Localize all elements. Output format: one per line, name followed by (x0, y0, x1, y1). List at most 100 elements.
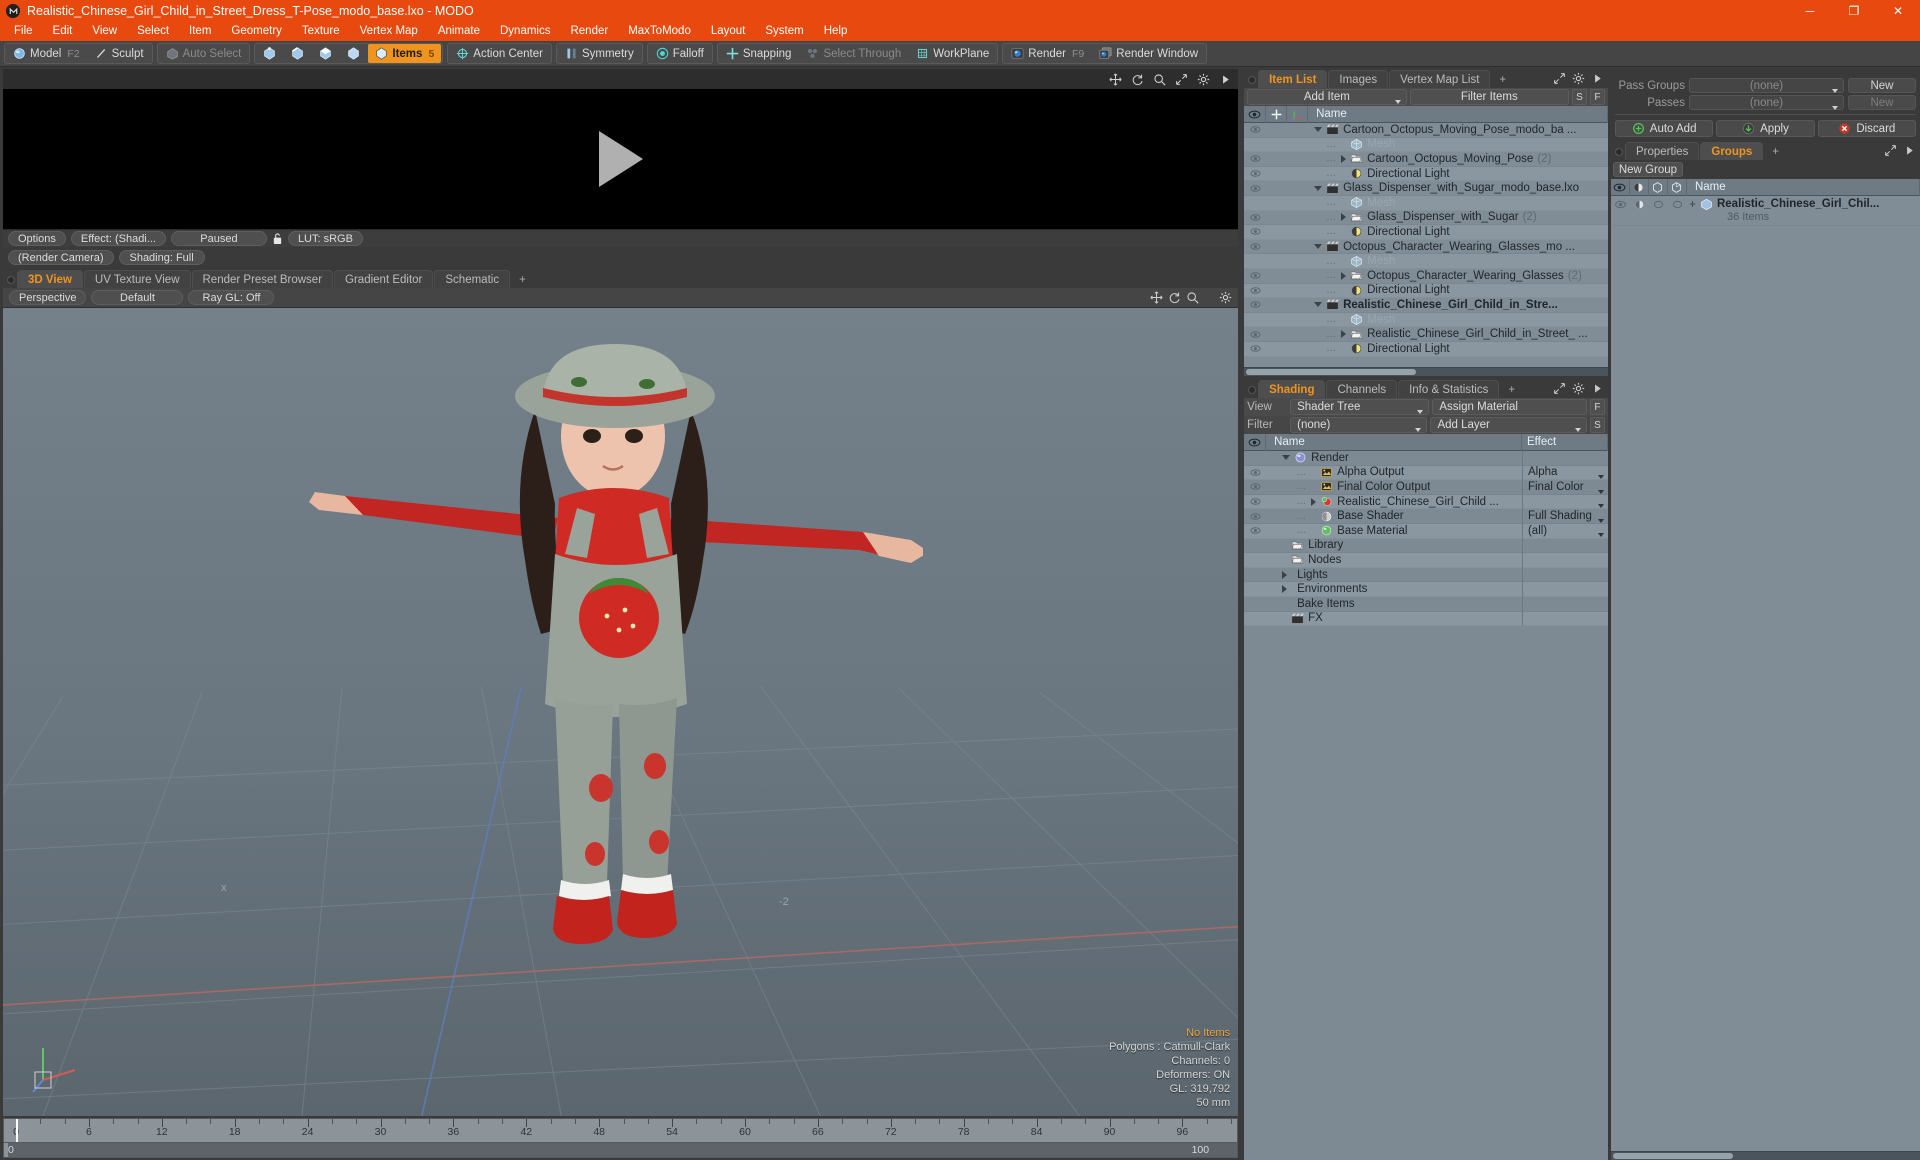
shading-f-button[interactable]: F (1589, 399, 1605, 415)
render-preview-canvas[interactable] (3, 89, 1239, 229)
shader-tree-row[interactable]: … Realistic_Chinese_Girl_Child ... (1244, 494, 1608, 510)
render-camera-button[interactable]: (Render Camera) (8, 249, 114, 265)
preview-options-button[interactable]: Options (8, 231, 66, 246)
edges-mode-button[interactable] (284, 44, 311, 63)
menu-item-system[interactable]: System (755, 22, 813, 41)
shader-tree-row[interactable]: Render (1244, 451, 1608, 466)
shader-tree[interactable]: Render… Alpha Output Alpha… Final Color Out… (1244, 451, 1608, 1160)
shader-tree-row[interactable]: … Base Shader Full Shading (1244, 508, 1608, 524)
groups-tree-row[interactable]: + Realistic_Chinese_Girl_Chil... 36 Item… (1610, 196, 1920, 226)
panel-menu-icon[interactable] (1219, 73, 1232, 86)
polygons-mode-button[interactable] (312, 44, 339, 63)
shading-gear-icon[interactable] (1572, 382, 1585, 395)
item-list-row[interactable]: … Mesh (1244, 195, 1608, 211)
shader-effect-cell[interactable]: Alpha (1521, 465, 1608, 480)
symmetry-button[interactable]: Symmetry (558, 44, 641, 63)
tab-groups[interactable]: Groups (1700, 142, 1764, 160)
filter-items-input[interactable]: Filter Items (1409, 89, 1569, 105)
shader-visibility-toggle[interactable] (1244, 466, 1266, 479)
item-visibility-toggle[interactable] (1244, 269, 1266, 282)
disclosure-triangle-open[interactable] (1282, 455, 1291, 461)
viewport-3d-canvas[interactable]: x -2 No Items Polygons : Catmull-Clark C… (3, 308, 1239, 1116)
menu-item-select[interactable]: Select (127, 22, 179, 41)
preview-lut-button[interactable]: LUT: sRGB (287, 231, 363, 246)
workplane-button[interactable]: WorkPlane (909, 44, 996, 63)
item-list-row[interactable]: … Cartoon_Octopus_Moving_Pose (2) (1244, 152, 1608, 167)
auto-select-button[interactable]: Auto Select (159, 44, 249, 63)
discard-button[interactable]: Discard (1817, 120, 1916, 137)
disclosure-triangle-closed[interactable] (1341, 330, 1347, 339)
disclosure-triangle-open[interactable] (1314, 302, 1323, 308)
tab-images[interactable]: Images (1328, 70, 1389, 88)
item-list-row[interactable]: … Directional Light (1244, 341, 1608, 357)
tab-uv-texture-view[interactable]: UV Texture View (83, 270, 191, 288)
menu-item-view[interactable]: View (82, 22, 127, 41)
disclosure-triangle-closed[interactable] (1341, 271, 1347, 280)
shading-expand-icon[interactable] (1553, 382, 1566, 395)
lock-icon[interactable] (272, 232, 283, 245)
item-list-row[interactable]: … Directional Light (1244, 166, 1608, 182)
item-list-row[interactable]: Realistic_Chinese_Girl_Child_in_Stre... (1244, 298, 1608, 313)
disclosure-triangle-closed[interactable] (1282, 570, 1288, 579)
new-group-button[interactable]: New Group (1612, 162, 1683, 177)
raygl-toggle[interactable]: Ray GL: Off (188, 290, 275, 305)
item-visibility-toggle[interactable] (1244, 182, 1266, 195)
item-list-row[interactable]: … Octopus_Character_Wearing_Glasses (2) (1244, 269, 1608, 284)
groups-hscrollbar[interactable] (1610, 1151, 1920, 1160)
tab-info-statistics[interactable]: Info & Statistics (1398, 380, 1500, 398)
item-list-row[interactable]: … Directional Light (1244, 225, 1608, 240)
gear-icon[interactable] (1197, 73, 1210, 86)
disclosure-triangle-open[interactable] (1314, 127, 1323, 133)
items-mode-button[interactable]: Items 5 (368, 44, 442, 63)
shading-menu-icon[interactable] (1591, 382, 1604, 395)
shader-visibility-toggle[interactable] (1244, 510, 1266, 523)
timeline-range-bar[interactable]: 0 100 (3, 1142, 1239, 1158)
shader-effect-cell[interactable]: (all) (1521, 523, 1608, 539)
viewport-gear-icon[interactable] (1219, 291, 1232, 304)
disclosure-triangle-closed[interactable] (1282, 585, 1288, 594)
item-visibility-toggle[interactable] (1244, 152, 1266, 165)
menu-item-layout[interactable]: Layout (701, 22, 756, 41)
shader-tree-row[interactable]: … Alpha Output Alpha (1244, 465, 1608, 481)
item-visibility-toggle[interactable] (1244, 211, 1266, 224)
item-list-menu-icon[interactable] (1591, 72, 1604, 85)
item-list-expand-icon[interactable] (1553, 72, 1566, 85)
shader-visibility-toggle[interactable] (1244, 524, 1266, 537)
falloff-button[interactable]: Falloff (649, 44, 711, 63)
minimize-button[interactable]: ─ (1788, 0, 1832, 22)
timeline-ruler[interactable]: 06121824303642485460667278849096 (3, 1118, 1239, 1143)
timeline-playhead[interactable] (16, 1119, 18, 1143)
item-list-gear-icon[interactable] (1572, 72, 1585, 85)
item-list-s-button[interactable]: S (1571, 89, 1587, 105)
add-item-list-tab-button[interactable]: + (1491, 70, 1514, 88)
menu-item-maxtomodo[interactable]: MaxToModo (618, 22, 701, 41)
item-visibility-toggle[interactable] (1244, 123, 1266, 136)
menu-item-file[interactable]: File (4, 22, 43, 41)
tab-item-list[interactable]: Item List (1258, 70, 1328, 88)
item-list-row[interactable]: Glass_Dispenser_with_Sugar_modo_base.lxo (1244, 181, 1608, 196)
shader-view-dropdown[interactable]: Shader Tree (1290, 399, 1430, 415)
item-list-hscrollbar[interactable] (1244, 367, 1608, 376)
groups-tree[interactable]: + Realistic_Chinese_Girl_Chil... 36 Item… (1610, 196, 1920, 1151)
snapping-button[interactable]: Snapping (719, 44, 799, 63)
item-list-row[interactable]: … Mesh (1244, 254, 1608, 269)
add-layer-dropdown[interactable]: Add Layer (1430, 417, 1587, 433)
item-list-row[interactable]: … Mesh (1244, 137, 1608, 153)
group-row-wire-icon[interactable] (1652, 198, 1665, 211)
shader-tree-row[interactable]: Bake Items (1244, 596, 1608, 612)
menu-item-render[interactable]: Render (560, 22, 618, 41)
groups-menu-icon[interactable] (1903, 144, 1916, 157)
shader-tree-row[interactable]: Lights (1244, 567, 1608, 583)
item-visibility-toggle[interactable] (1244, 167, 1266, 180)
tab-3d-view[interactable]: 3D View (17, 270, 83, 288)
render-button[interactable]: Render F9 (1004, 44, 1091, 63)
preview-play-icon[interactable] (598, 131, 643, 187)
item-visibility-toggle[interactable] (1244, 240, 1266, 253)
item-list-row[interactable]: … Directional Light (1244, 283, 1608, 299)
materials-mode-button[interactable] (340, 44, 367, 63)
assign-material-button[interactable]: Assign Material (1432, 399, 1587, 415)
vertices-mode-button[interactable] (256, 44, 283, 63)
group-row-shade-icon[interactable] (1633, 198, 1646, 211)
tab-shading[interactable]: Shading (1258, 380, 1326, 398)
apply-button[interactable]: Apply (1716, 120, 1815, 137)
